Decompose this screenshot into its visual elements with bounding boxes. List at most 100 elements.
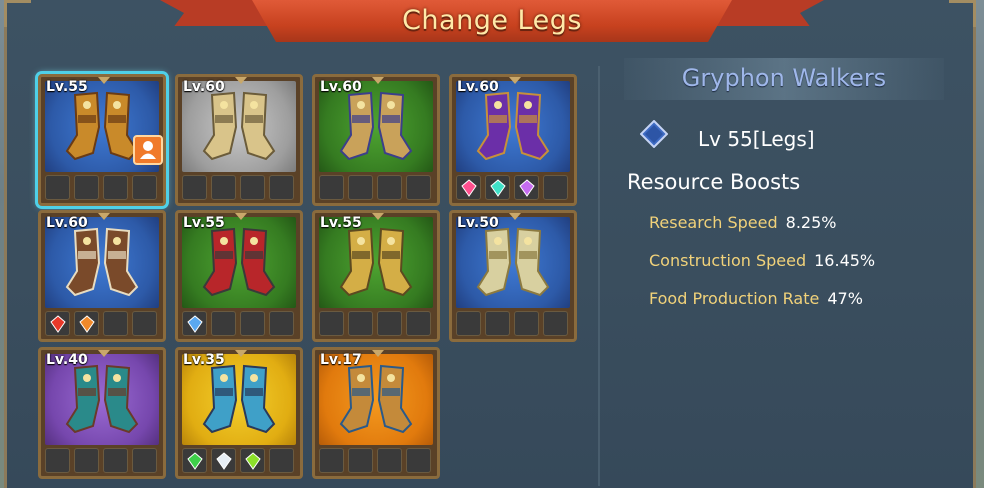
empty-gem-slot[interactable]	[103, 175, 128, 200]
gem-slots	[45, 175, 159, 201]
card-notch	[372, 77, 384, 84]
card-notch	[98, 77, 110, 84]
equipment-card[interactable]: Lv.60	[38, 210, 166, 342]
title-ribbon: Change Legs	[252, 0, 732, 42]
gem-slots	[45, 311, 159, 337]
empty-gem-slot[interactable]	[377, 175, 402, 200]
empty-gem-slot[interactable]	[319, 311, 344, 336]
empty-gem-slot[interactable]	[406, 175, 431, 200]
empty-gem-slot[interactable]	[406, 311, 431, 336]
item-level: Lv.60	[457, 79, 499, 95]
gem-slot[interactable]	[514, 175, 539, 200]
gem-slot[interactable]	[211, 448, 236, 473]
card-notch	[235, 350, 247, 357]
empty-gem-slot[interactable]	[319, 175, 344, 200]
empty-gem-slot[interactable]	[406, 448, 431, 473]
item-level: Lv.60	[46, 215, 88, 231]
card-notch	[372, 213, 384, 220]
empty-gem-slot[interactable]	[182, 175, 207, 200]
boost-value: 8.25%	[785, 213, 837, 232]
gem-slots	[182, 448, 296, 474]
item-level: Lv.60	[320, 79, 362, 95]
gem-slot[interactable]	[240, 448, 265, 473]
card-notch	[235, 77, 247, 84]
gem-slot[interactable]	[74, 311, 99, 336]
empty-gem-slot[interactable]	[485, 311, 510, 336]
frame-corner-left	[4, 0, 31, 27]
empty-gem-slot[interactable]	[45, 448, 70, 473]
gem-slot[interactable]	[485, 175, 510, 200]
item-level: Lv.50	[457, 215, 499, 231]
equipment-card[interactable]: Lv.60	[449, 74, 577, 206]
empty-gem-slot[interactable]	[377, 311, 402, 336]
item-level: Lv.55	[183, 215, 225, 231]
empty-gem-slot[interactable]	[543, 311, 568, 336]
empty-gem-slot[interactable]	[543, 175, 568, 200]
gem-slots	[182, 175, 296, 201]
empty-gem-slot[interactable]	[132, 311, 157, 336]
empty-gem-slot[interactable]	[514, 311, 539, 336]
gem-slot[interactable]	[45, 311, 70, 336]
empty-gem-slot[interactable]	[45, 175, 70, 200]
empty-gem-slot[interactable]	[319, 448, 344, 473]
item-level: Lv.55	[320, 215, 362, 231]
empty-gem-slot[interactable]	[348, 311, 373, 336]
equipment-card[interactable]: Lv.35	[175, 347, 303, 479]
resource-boosts-heading: Resource Boosts	[627, 170, 801, 194]
gem-slots	[182, 311, 296, 337]
item-level: Lv.35	[183, 352, 225, 368]
equipped-hero-icon	[133, 135, 163, 165]
empty-gem-slot[interactable]	[132, 175, 157, 200]
boost-value: 47%	[827, 289, 863, 308]
card-notch	[509, 213, 521, 220]
equipment-card[interactable]: Lv.60	[312, 74, 440, 206]
blue-gem-icon	[186, 314, 203, 333]
empty-gem-slot[interactable]	[240, 311, 265, 336]
red-gem-icon	[49, 314, 66, 333]
empty-gem-slot[interactable]	[269, 175, 294, 200]
empty-gem-slot[interactable]	[103, 448, 128, 473]
boost-name: Research Speed	[649, 213, 778, 232]
gem-slots	[45, 448, 159, 474]
boost-value: 16.45%	[814, 251, 876, 270]
item-level: Lv.55	[46, 79, 88, 95]
empty-gem-slot[interactable]	[456, 311, 481, 336]
gem-slot[interactable]	[182, 311, 207, 336]
empty-gem-slot[interactable]	[377, 448, 402, 473]
gem-slot[interactable]	[456, 175, 481, 200]
blue-rarity-gem-icon	[640, 120, 668, 148]
empty-gem-slot[interactable]	[348, 175, 373, 200]
empty-gem-slot[interactable]	[269, 311, 294, 336]
equipment-card[interactable]: Lv.55	[38, 74, 166, 206]
equipment-card[interactable]: Lv.60	[175, 74, 303, 206]
item-level: Lv.40	[46, 352, 88, 368]
boost-name: Food Production Rate	[649, 289, 820, 308]
equipment-card[interactable]: Lv.17	[312, 347, 440, 479]
empty-gem-slot[interactable]	[269, 448, 294, 473]
empty-gem-slot[interactable]	[348, 448, 373, 473]
equipment-card[interactable]: Lv.55	[175, 210, 303, 342]
empty-gem-slot[interactable]	[211, 311, 236, 336]
item-level: Lv.17	[320, 352, 362, 368]
gem-slots	[456, 175, 570, 201]
empty-gem-slot[interactable]	[211, 175, 236, 200]
gem-slot[interactable]	[182, 448, 207, 473]
empty-gem-slot[interactable]	[240, 175, 265, 200]
card-notch	[509, 77, 521, 84]
equipment-card[interactable]: Lv.40	[38, 347, 166, 479]
gem-slots	[319, 175, 433, 201]
boost-name: Construction Speed	[649, 251, 807, 270]
empty-gem-slot[interactable]	[74, 175, 99, 200]
equipment-card[interactable]: Lv.50	[449, 210, 577, 342]
empty-gem-slot[interactable]	[103, 311, 128, 336]
white-gem-icon	[215, 451, 232, 470]
equipment-card[interactable]: Lv.55	[312, 210, 440, 342]
orange-gem-icon	[78, 314, 95, 333]
empty-gem-slot[interactable]	[74, 448, 99, 473]
gem-slots	[319, 448, 433, 474]
pink-gem-icon	[460, 178, 477, 197]
empty-gem-slot[interactable]	[132, 448, 157, 473]
page-title: Change Legs	[402, 4, 582, 36]
card-notch	[98, 350, 110, 357]
green-gem-icon	[186, 451, 203, 470]
